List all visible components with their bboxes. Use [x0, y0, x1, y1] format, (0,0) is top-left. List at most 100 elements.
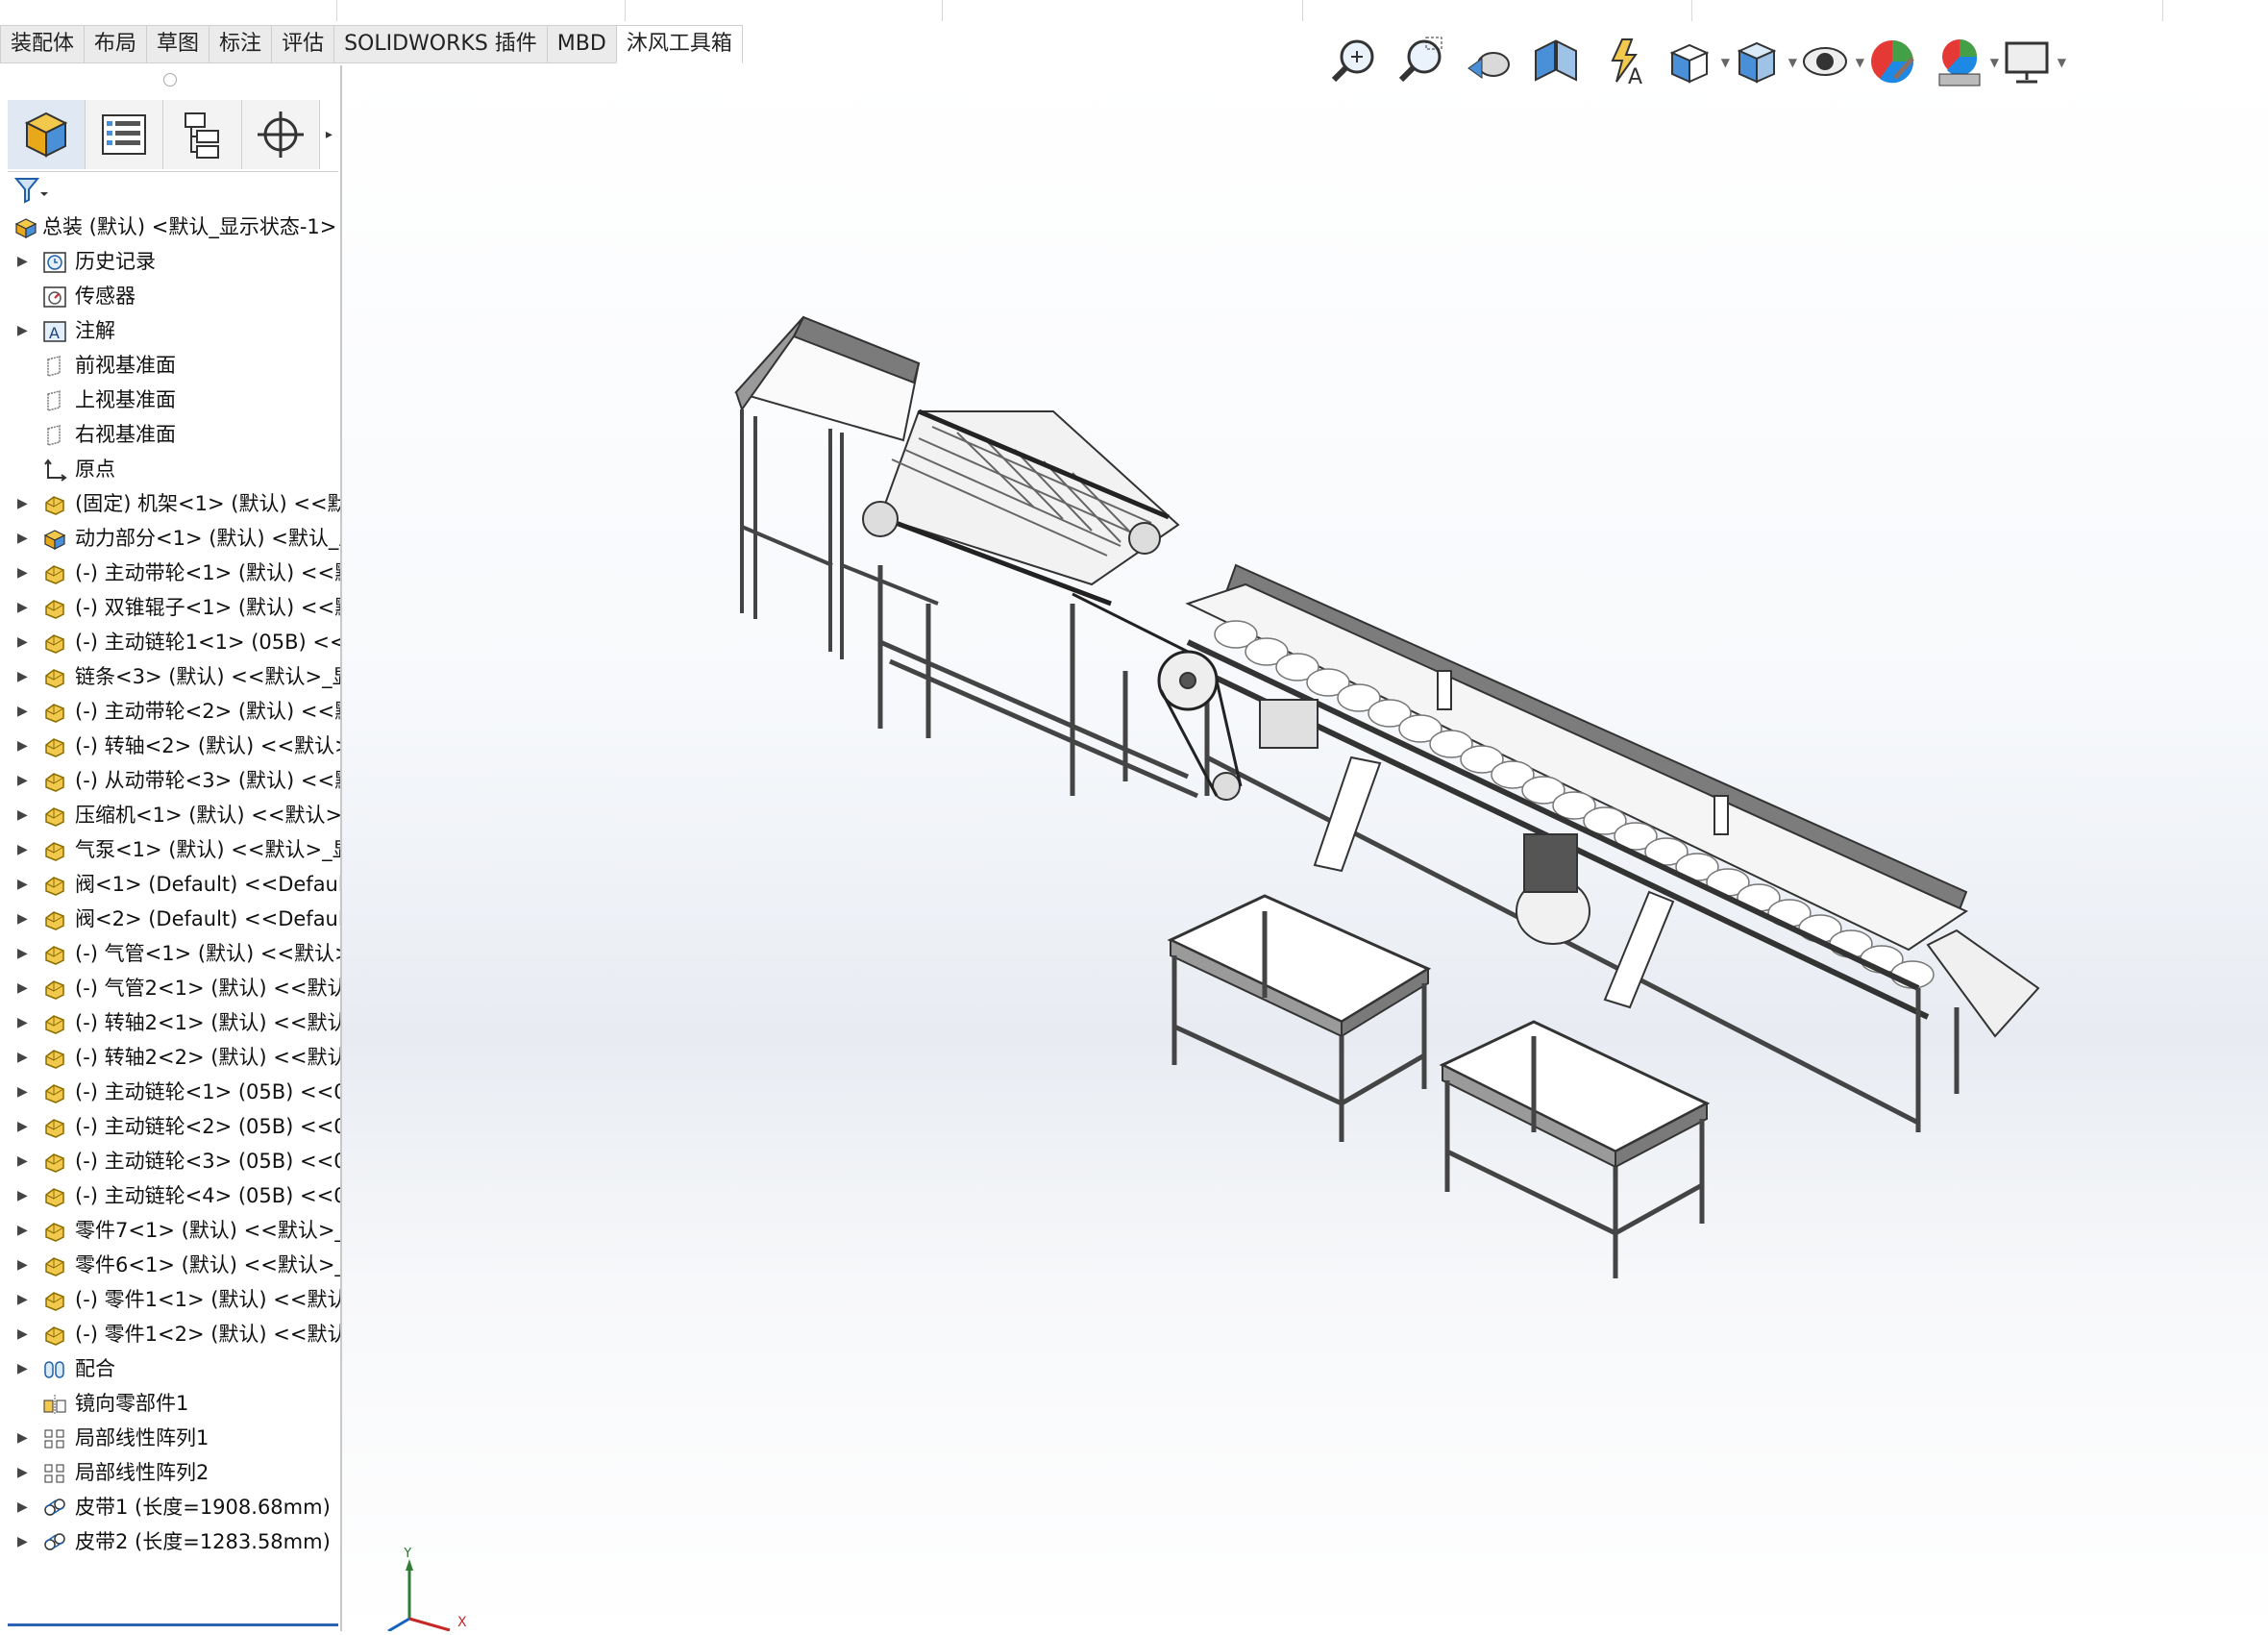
- tree-item[interactable]: ▶ (-) 主动带轮<2> (默认) <<默: [0, 694, 340, 729]
- tab-dimxpert-manager[interactable]: [241, 100, 320, 169]
- tree-item[interactable]: ▶ 皮带2 (长度=1283.58mm): [0, 1524, 340, 1559]
- tab-evaluate[interactable]: 评估: [271, 25, 334, 63]
- display-style-icon[interactable]: ▼: [1730, 33, 1797, 90]
- expand-arrow-icon[interactable]: ▶: [17, 313, 29, 348]
- tab-assembly[interactable]: 装配体: [0, 25, 85, 63]
- tree-item[interactable]: ▶ (-) 主动链轮<3> (05B) <<05: [0, 1144, 340, 1178]
- expand-arrow-icon[interactable]: ▶: [17, 1317, 29, 1351]
- expand-arrow-icon[interactable]: ▶: [17, 1109, 29, 1144]
- apply-scene-icon[interactable]: ▼: [1932, 33, 1999, 90]
- expand-arrow-icon[interactable]: ▶: [17, 1490, 29, 1524]
- tab-sketch[interactable]: 草图: [146, 25, 210, 63]
- expand-arrow-icon[interactable]: ▶: [17, 486, 29, 521]
- expand-arrow-icon[interactable]: ▶: [17, 1248, 29, 1282]
- expand-arrow-icon[interactable]: ▶: [17, 590, 29, 625]
- chevron-down-icon[interactable]: ▼: [1856, 56, 1864, 69]
- tab-feature-manager[interactable]: [8, 100, 86, 169]
- expand-arrow-icon[interactable]: ▶: [17, 659, 29, 694]
- tree-item[interactable]: ▶ 配合: [0, 1351, 340, 1386]
- tree-root-assembly[interactable]: 总装 (默认) <默认_显示状态-1>: [0, 210, 340, 244]
- view-orientation-icon[interactable]: ▼: [1663, 33, 1730, 90]
- tree-item[interactable]: 传感器: [0, 279, 340, 313]
- tree-item[interactable]: ▶ (-) 气管2<1> (默认) <<默认: [0, 971, 340, 1005]
- tree-item[interactable]: ▶ (-) 转轴<2> (默认) <<默认>: [0, 729, 340, 763]
- tree-item[interactable]: ▶ (-) 主动链轮<1> (05B) <<05: [0, 1075, 340, 1109]
- tree-item[interactable]: ▶ 零件6<1> (默认) <<默认>_显: [0, 1248, 340, 1282]
- graphics-area[interactable]: [342, 65, 2268, 1631]
- expand-arrow-icon[interactable]: ▶: [17, 1075, 29, 1109]
- hide-show-items-icon[interactable]: ▼: [1797, 33, 1864, 90]
- previous-view-icon[interactable]: [1461, 33, 1516, 90]
- dynamic-annotation-icon[interactable]: A: [1595, 33, 1651, 90]
- tab-mbd[interactable]: MBD: [546, 25, 616, 63]
- tab-configuration-manager[interactable]: [163, 100, 242, 169]
- tab-property-manager[interactable]: [86, 100, 164, 169]
- tree-item[interactable]: 镜向零部件1: [0, 1386, 340, 1421]
- expand-arrow-icon[interactable]: ▶: [17, 1282, 29, 1317]
- tree-item[interactable]: 右视基准面: [0, 417, 340, 452]
- tab-markup[interactable]: 标注: [209, 25, 272, 63]
- conveyor-model-view[interactable]: [342, 65, 2268, 1631]
- tree-item[interactable]: ▶ (-) 从动带轮<3> (默认) <<默: [0, 763, 340, 798]
- expand-arrow-icon[interactable]: ▶: [17, 1351, 29, 1386]
- tree-item[interactable]: ▶ 动力部分<1> (默认) <默认_显: [0, 521, 340, 556]
- tab-solidworks-addins[interactable]: SOLIDWORKS 插件: [333, 25, 547, 63]
- tree-item[interactable]: ▶ (-) 主动链轮<2> (05B) <<05: [0, 1109, 340, 1144]
- tree-item[interactable]: ▶ (-) 主动带轮<1> (默认) <<默: [0, 556, 340, 590]
- zoom-to-fit-icon[interactable]: [1326, 33, 1382, 90]
- tree-item[interactable]: ▶ 阀<2> (Default) <<Default: [0, 902, 340, 936]
- chevron-down-icon[interactable]: ▼: [1788, 56, 1797, 69]
- chevron-down-icon[interactable]: ▼: [1721, 56, 1730, 69]
- expand-arrow-icon[interactable]: ▶: [17, 798, 29, 832]
- tree-item[interactable]: ▶ 皮带1 (长度=1908.68mm): [0, 1490, 340, 1524]
- expand-arrow-icon[interactable]: ▶: [17, 1455, 29, 1490]
- tree-item[interactable]: 上视基准面: [0, 383, 340, 417]
- filter-icon[interactable]: [13, 175, 71, 210]
- expand-arrow-icon[interactable]: ▶: [17, 694, 29, 729]
- edit-appearance-icon[interactable]: [1864, 33, 1920, 90]
- expand-arrow-icon[interactable]: ▶: [17, 1005, 29, 1040]
- tab-mufeng-toolbox[interactable]: 沐风工具箱: [615, 25, 743, 63]
- tree-item[interactable]: ▶ 局部线性阵列1: [0, 1421, 340, 1455]
- expand-arrow-icon[interactable]: ▶: [17, 556, 29, 590]
- tree-item[interactable]: ▶ (-) 转轴2<2> (默认) <<默认: [0, 1040, 340, 1075]
- tree-item[interactable]: ▶ (-) 零件1<2> (默认) <<默认: [0, 1317, 340, 1351]
- panel-grip-handle[interactable]: [163, 73, 177, 87]
- tree-item[interactable]: ▶ (-) 主动链轮<4> (05B) <<05: [0, 1178, 340, 1213]
- expand-arrow-icon[interactable]: ▶: [17, 832, 29, 867]
- tree-item[interactable]: ▶ 压缩机<1> (默认) <<默认>_: [0, 798, 340, 832]
- expand-arrow-icon[interactable]: ▶: [17, 1040, 29, 1075]
- expand-arrow-icon[interactable]: ▶: [17, 521, 29, 556]
- expand-arrow-icon[interactable]: ▶: [17, 729, 29, 763]
- zoom-to-area-icon[interactable]: [1393, 33, 1449, 90]
- more-tabs-arrow-icon[interactable]: ▸: [320, 100, 338, 169]
- chevron-down-icon[interactable]: ▼: [2058, 56, 2066, 69]
- tree-item[interactable]: ▶ 链条<3> (默认) <<默认>_显: [0, 659, 340, 694]
- tree-item[interactable]: ▶ (-) 气管<1> (默认) <<默认>: [0, 936, 340, 971]
- tree-item[interactable]: ▶ (-) 转轴2<1> (默认) <<默认: [0, 1005, 340, 1040]
- section-view-icon[interactable]: [1528, 33, 1584, 90]
- tree-item[interactable]: ▶ 气泵<1> (默认) <<默认>_显: [0, 832, 340, 867]
- tree-item[interactable]: ▶ 阀<1> (Default) <<Default: [0, 867, 340, 902]
- tab-layout[interactable]: 布局: [84, 25, 147, 63]
- expand-arrow-icon[interactable]: ▶: [17, 244, 29, 279]
- expand-arrow-icon[interactable]: ▶: [17, 1213, 29, 1248]
- rollback-bar[interactable]: [8, 1623, 338, 1626]
- expand-arrow-icon[interactable]: ▶: [17, 1144, 29, 1178]
- tree-item[interactable]: ▶ A 注解: [0, 313, 340, 348]
- expand-arrow-icon[interactable]: ▶: [17, 1524, 29, 1559]
- expand-arrow-icon[interactable]: ▶: [17, 763, 29, 798]
- expand-arrow-icon[interactable]: ▶: [17, 625, 29, 659]
- tree-item[interactable]: ▶ 历史记录: [0, 244, 340, 279]
- tree-item[interactable]: ▶ (固定) 机架<1> (默认) <<默: [0, 486, 340, 521]
- chevron-down-icon[interactable]: ▼: [1990, 56, 1999, 69]
- expand-arrow-icon[interactable]: ▶: [17, 1178, 29, 1213]
- tree-item[interactable]: ▶ 零件7<1> (默认) <<默认>_显: [0, 1213, 340, 1248]
- view-settings-icon[interactable]: ▼: [1999, 33, 2066, 90]
- expand-arrow-icon[interactable]: ▶: [17, 902, 29, 936]
- tree-item[interactable]: ▶ (-) 主动链轮1<1> (05B) <<0: [0, 625, 340, 659]
- tree-item[interactable]: 原点: [0, 452, 340, 486]
- expand-arrow-icon[interactable]: ▶: [17, 971, 29, 1005]
- tree-item[interactable]: ▶ (-) 双锥辊子<1> (默认) <<默: [0, 590, 340, 625]
- expand-arrow-icon[interactable]: ▶: [17, 1421, 29, 1455]
